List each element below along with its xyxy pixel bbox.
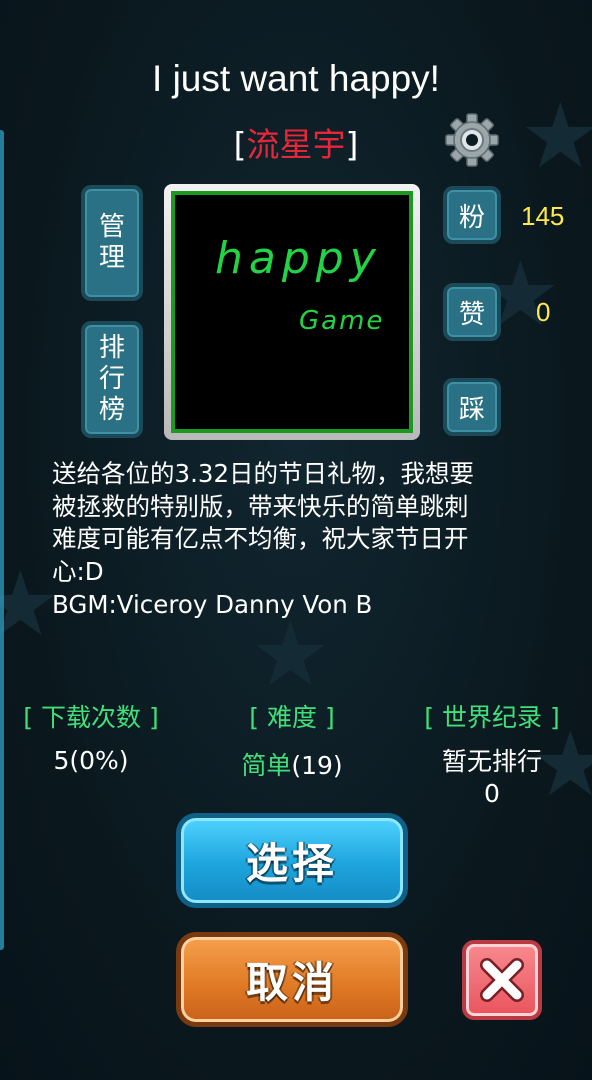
left-edge-panel [0,130,4,950]
difficulty-value: 简单(19) [212,746,372,782]
downloads-value: 5(0%) [53,746,129,775]
difficulty-level: 简单 [241,751,292,780]
world-record-value[interactable]: 暂无排行 0 [420,746,564,810]
level-thumbnail: happy Game [171,191,413,433]
manage-button-label: 管理 [98,212,125,273]
world-record-header: [ 世界纪录 ] [424,703,560,732]
cancel-button-label: 取消 [245,958,338,1007]
thumbnail-text-happy: happy [215,233,382,284]
close-icon [480,958,524,1002]
thumbnail-text-game: Game [299,306,384,336]
level-thumbnail-frame[interactable]: happy Game [164,184,420,440]
world-record-line1: 暂无排行 [441,747,542,776]
select-button-label: 选择 [245,839,338,888]
world-record-line2: 0 [484,779,500,808]
dislike-button-label: 踩 [458,394,485,425]
like-button-label: 赞 [458,299,485,330]
ranking-button-label: 排行榜 [98,333,125,425]
fans-count: 145 [521,201,565,231]
difficulty-count: (19) [291,751,343,780]
like-button[interactable]: 赞 [443,283,501,341]
downloads-header: [ 下载次数 ] [23,703,159,732]
ranking-button[interactable]: 排行榜 [81,321,143,438]
dislike-button[interactable]: 踩 [443,378,501,436]
difficulty-header: [ 难度 ] [249,703,335,732]
level-title: I just want happy! [152,58,440,99]
close-button[interactable] [462,940,542,1020]
author-bracket-open: [ [233,125,247,164]
star-decoration: ★ [250,602,331,707]
thumbnail-drawing: happy Game [215,233,384,336]
author-bracket-close: ] [345,125,359,164]
select-button[interactable]: 选择 [176,813,408,908]
author-name[interactable]: 流星宇 [247,125,346,164]
fans-button-label: 粉 [458,202,485,233]
author-label[interactable]: [流星宇] [0,118,592,166]
manage-button[interactable]: 管理 [81,185,143,301]
fans-button[interactable]: 粉 [443,186,501,244]
level-description: 送给各位的3.32日的节日礼物，我想要 被拯救的特别版，带来快乐的简单跳刺 难度… [52,459,475,619]
gear-icon[interactable] [444,112,500,168]
like-count: 0 [536,297,551,327]
cancel-button[interactable]: 取消 [176,932,408,1027]
